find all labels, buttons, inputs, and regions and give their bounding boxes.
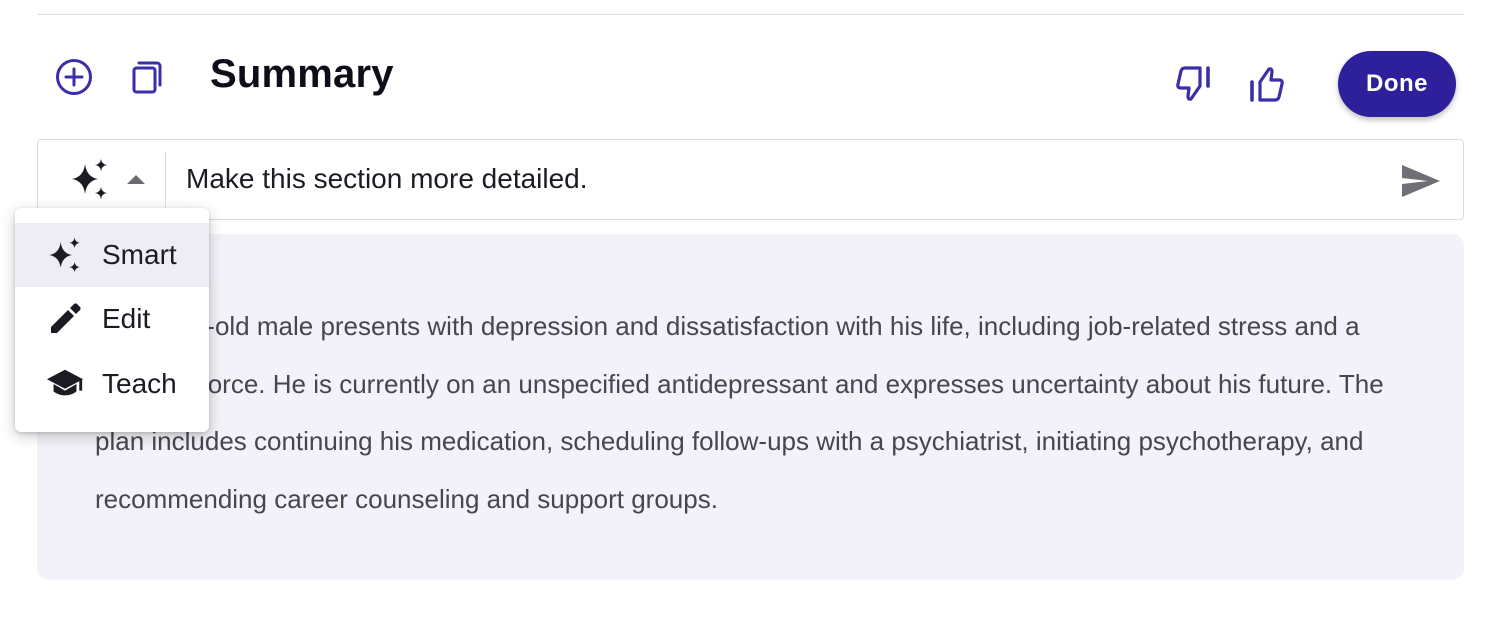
graduation-cap-icon	[45, 366, 85, 402]
summary-card: A 42-year-old male presents with depress…	[37, 234, 1464, 580]
sparkle-icon	[45, 237, 85, 273]
thumbs-down-button[interactable]	[1170, 60, 1218, 108]
mode-menu: Smart Edit Teach	[15, 208, 209, 432]
prompt-bar	[37, 139, 1464, 220]
done-button[interactable]: Done	[1338, 51, 1456, 117]
copy-icon	[132, 61, 162, 94]
sparkle-icon	[72, 159, 107, 199]
menu-item-label: Smart	[102, 239, 177, 270]
menu-item-teach[interactable]: Teach	[15, 352, 209, 416]
add-circle-icon	[56, 59, 92, 95]
pencil-icon	[45, 301, 85, 337]
copy-button[interactable]	[124, 55, 168, 99]
send-button[interactable]	[1398, 158, 1444, 204]
menu-item-label: Teach	[102, 368, 177, 399]
thumbs-up-button[interactable]	[1242, 60, 1290, 108]
thumbs-up-icon	[1250, 67, 1284, 102]
send-icon	[1402, 165, 1440, 197]
prompt-input[interactable]	[186, 156, 1386, 202]
page-title: Summary	[210, 52, 394, 96]
menu-item-label: Edit	[102, 303, 151, 334]
menu-item-edit[interactable]: Edit	[15, 287, 209, 351]
top-divider	[37, 14, 1464, 15]
menu-item-smart[interactable]: Smart	[15, 223, 209, 287]
summary-text: A 42-year-old male presents with depress…	[95, 311, 1384, 514]
caret-up-icon	[127, 175, 145, 184]
add-button[interactable]	[52, 55, 96, 99]
thumbs-down-icon	[1176, 66, 1210, 101]
prompt-bar-divider	[165, 152, 166, 207]
